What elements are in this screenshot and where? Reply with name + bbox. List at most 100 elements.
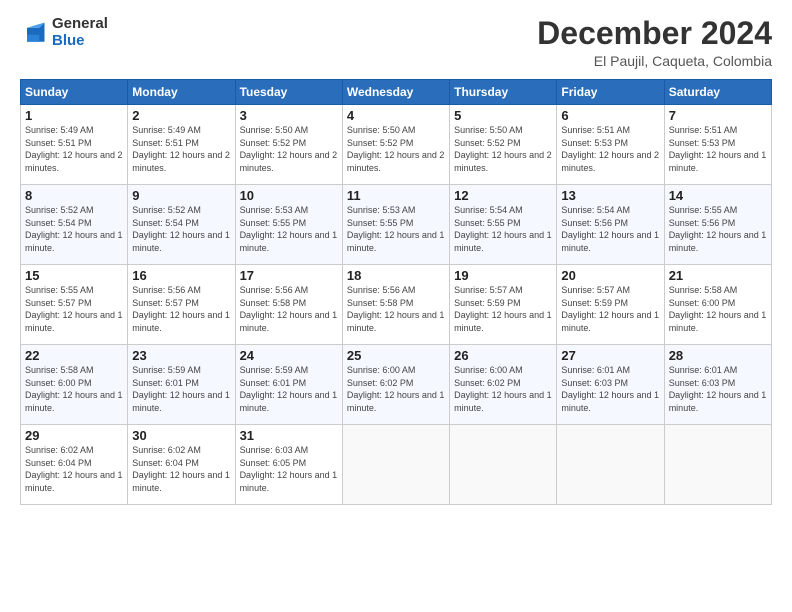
table-row: 13Sunrise: 5:54 AMSunset: 5:56 PMDayligh… (557, 185, 664, 265)
day-number: 7 (669, 108, 767, 123)
day-number: 12 (454, 188, 552, 203)
day-number: 11 (347, 188, 445, 203)
logo-blue-text: Blue (52, 33, 108, 50)
day-info: Sunrise: 5:51 AMSunset: 5:53 PMDaylight:… (669, 124, 767, 174)
day-info: Sunrise: 5:53 AMSunset: 5:55 PMDaylight:… (347, 204, 445, 254)
logo-icon (20, 19, 48, 47)
day-number: 21 (669, 268, 767, 283)
day-info: Sunrise: 5:54 AMSunset: 5:56 PMDaylight:… (561, 204, 659, 254)
day-info: Sunrise: 5:56 AMSunset: 5:57 PMDaylight:… (132, 284, 230, 334)
day-info: Sunrise: 5:56 AMSunset: 5:58 PMDaylight:… (240, 284, 338, 334)
day-number: 13 (561, 188, 659, 203)
day-number: 22 (25, 348, 123, 363)
day-info: Sunrise: 5:49 AMSunset: 5:51 PMDaylight:… (25, 124, 123, 174)
calendar-header-row: Sunday Monday Tuesday Wednesday Thursday… (21, 80, 772, 105)
day-info: Sunrise: 5:53 AMSunset: 5:55 PMDaylight:… (240, 204, 338, 254)
col-sunday: Sunday (21, 80, 128, 105)
table-row: 29Sunrise: 6:02 AMSunset: 6:04 PMDayligh… (21, 425, 128, 505)
day-info: Sunrise: 5:50 AMSunset: 5:52 PMDaylight:… (454, 124, 552, 174)
day-info: Sunrise: 5:52 AMSunset: 5:54 PMDaylight:… (25, 204, 123, 254)
header: General Blue December 2024 El Paujil, Ca… (20, 16, 772, 69)
day-number: 31 (240, 428, 338, 443)
table-row (342, 425, 449, 505)
col-wednesday: Wednesday (342, 80, 449, 105)
day-number: 16 (132, 268, 230, 283)
logo-general-text: General (52, 16, 108, 33)
calendar-table: Sunday Monday Tuesday Wednesday Thursday… (20, 79, 772, 505)
day-number: 2 (132, 108, 230, 123)
col-friday: Friday (557, 80, 664, 105)
day-number: 28 (669, 348, 767, 363)
day-info: Sunrise: 5:56 AMSunset: 5:58 PMDaylight:… (347, 284, 445, 334)
day-number: 4 (347, 108, 445, 123)
calendar-week-row: 29Sunrise: 6:02 AMSunset: 6:04 PMDayligh… (21, 425, 772, 505)
day-info: Sunrise: 5:58 AMSunset: 6:00 PMDaylight:… (25, 364, 123, 414)
day-number: 26 (454, 348, 552, 363)
table-row: 21Sunrise: 5:58 AMSunset: 6:00 PMDayligh… (664, 265, 771, 345)
day-info: Sunrise: 5:55 AMSunset: 5:57 PMDaylight:… (25, 284, 123, 334)
subtitle: El Paujil, Caqueta, Colombia (537, 53, 772, 69)
col-saturday: Saturday (664, 80, 771, 105)
logo: General Blue (20, 16, 108, 49)
day-number: 8 (25, 188, 123, 203)
table-row: 2Sunrise: 5:49 AMSunset: 5:51 PMDaylight… (128, 105, 235, 185)
calendar-week-row: 15Sunrise: 5:55 AMSunset: 5:57 PMDayligh… (21, 265, 772, 345)
table-row: 25Sunrise: 6:00 AMSunset: 6:02 PMDayligh… (342, 345, 449, 425)
day-number: 3 (240, 108, 338, 123)
main-title: December 2024 (537, 16, 772, 51)
day-info: Sunrise: 5:49 AMSunset: 5:51 PMDaylight:… (132, 124, 230, 174)
day-info: Sunrise: 6:00 AMSunset: 6:02 PMDaylight:… (454, 364, 552, 414)
table-row: 3Sunrise: 5:50 AMSunset: 5:52 PMDaylight… (235, 105, 342, 185)
day-number: 29 (25, 428, 123, 443)
title-block: December 2024 El Paujil, Caqueta, Colomb… (537, 16, 772, 69)
day-number: 23 (132, 348, 230, 363)
day-info: Sunrise: 5:51 AMSunset: 5:53 PMDaylight:… (561, 124, 659, 174)
day-number: 9 (132, 188, 230, 203)
calendar-week-row: 1Sunrise: 5:49 AMSunset: 5:51 PMDaylight… (21, 105, 772, 185)
table-row: 8Sunrise: 5:52 AMSunset: 5:54 PMDaylight… (21, 185, 128, 265)
table-row: 27Sunrise: 6:01 AMSunset: 6:03 PMDayligh… (557, 345, 664, 425)
day-info: Sunrise: 6:02 AMSunset: 6:04 PMDaylight:… (132, 444, 230, 494)
table-row: 22Sunrise: 5:58 AMSunset: 6:00 PMDayligh… (21, 345, 128, 425)
col-thursday: Thursday (450, 80, 557, 105)
table-row: 31Sunrise: 6:03 AMSunset: 6:05 PMDayligh… (235, 425, 342, 505)
table-row: 1Sunrise: 5:49 AMSunset: 5:51 PMDaylight… (21, 105, 128, 185)
table-row: 6Sunrise: 5:51 AMSunset: 5:53 PMDaylight… (557, 105, 664, 185)
day-info: Sunrise: 6:01 AMSunset: 6:03 PMDaylight:… (561, 364, 659, 414)
logo-text: General Blue (52, 16, 108, 49)
day-info: Sunrise: 6:03 AMSunset: 6:05 PMDaylight:… (240, 444, 338, 494)
day-info: Sunrise: 5:57 AMSunset: 5:59 PMDaylight:… (561, 284, 659, 334)
day-number: 14 (669, 188, 767, 203)
day-info: Sunrise: 5:58 AMSunset: 6:00 PMDaylight:… (669, 284, 767, 334)
day-number: 18 (347, 268, 445, 283)
day-number: 6 (561, 108, 659, 123)
table-row (450, 425, 557, 505)
day-info: Sunrise: 5:50 AMSunset: 5:52 PMDaylight:… (347, 124, 445, 174)
day-number: 20 (561, 268, 659, 283)
table-row: 26Sunrise: 6:00 AMSunset: 6:02 PMDayligh… (450, 345, 557, 425)
day-info: Sunrise: 5:59 AMSunset: 6:01 PMDaylight:… (132, 364, 230, 414)
col-monday: Monday (128, 80, 235, 105)
day-number: 25 (347, 348, 445, 363)
calendar-week-row: 8Sunrise: 5:52 AMSunset: 5:54 PMDaylight… (21, 185, 772, 265)
table-row (664, 425, 771, 505)
day-info: Sunrise: 5:59 AMSunset: 6:01 PMDaylight:… (240, 364, 338, 414)
table-row: 4Sunrise: 5:50 AMSunset: 5:52 PMDaylight… (342, 105, 449, 185)
day-number: 30 (132, 428, 230, 443)
day-info: Sunrise: 6:00 AMSunset: 6:02 PMDaylight:… (347, 364, 445, 414)
table-row: 5Sunrise: 5:50 AMSunset: 5:52 PMDaylight… (450, 105, 557, 185)
day-info: Sunrise: 5:57 AMSunset: 5:59 PMDaylight:… (454, 284, 552, 334)
day-number: 15 (25, 268, 123, 283)
day-info: Sunrise: 6:02 AMSunset: 6:04 PMDaylight:… (25, 444, 123, 494)
day-info: Sunrise: 5:52 AMSunset: 5:54 PMDaylight:… (132, 204, 230, 254)
table-row: 18Sunrise: 5:56 AMSunset: 5:58 PMDayligh… (342, 265, 449, 345)
day-info: Sunrise: 5:50 AMSunset: 5:52 PMDaylight:… (240, 124, 338, 174)
page: General Blue December 2024 El Paujil, Ca… (0, 0, 792, 612)
table-row: 14Sunrise: 5:55 AMSunset: 5:56 PMDayligh… (664, 185, 771, 265)
table-row: 7Sunrise: 5:51 AMSunset: 5:53 PMDaylight… (664, 105, 771, 185)
day-number: 10 (240, 188, 338, 203)
col-tuesday: Tuesday (235, 80, 342, 105)
table-row: 11Sunrise: 5:53 AMSunset: 5:55 PMDayligh… (342, 185, 449, 265)
day-number: 5 (454, 108, 552, 123)
day-number: 24 (240, 348, 338, 363)
